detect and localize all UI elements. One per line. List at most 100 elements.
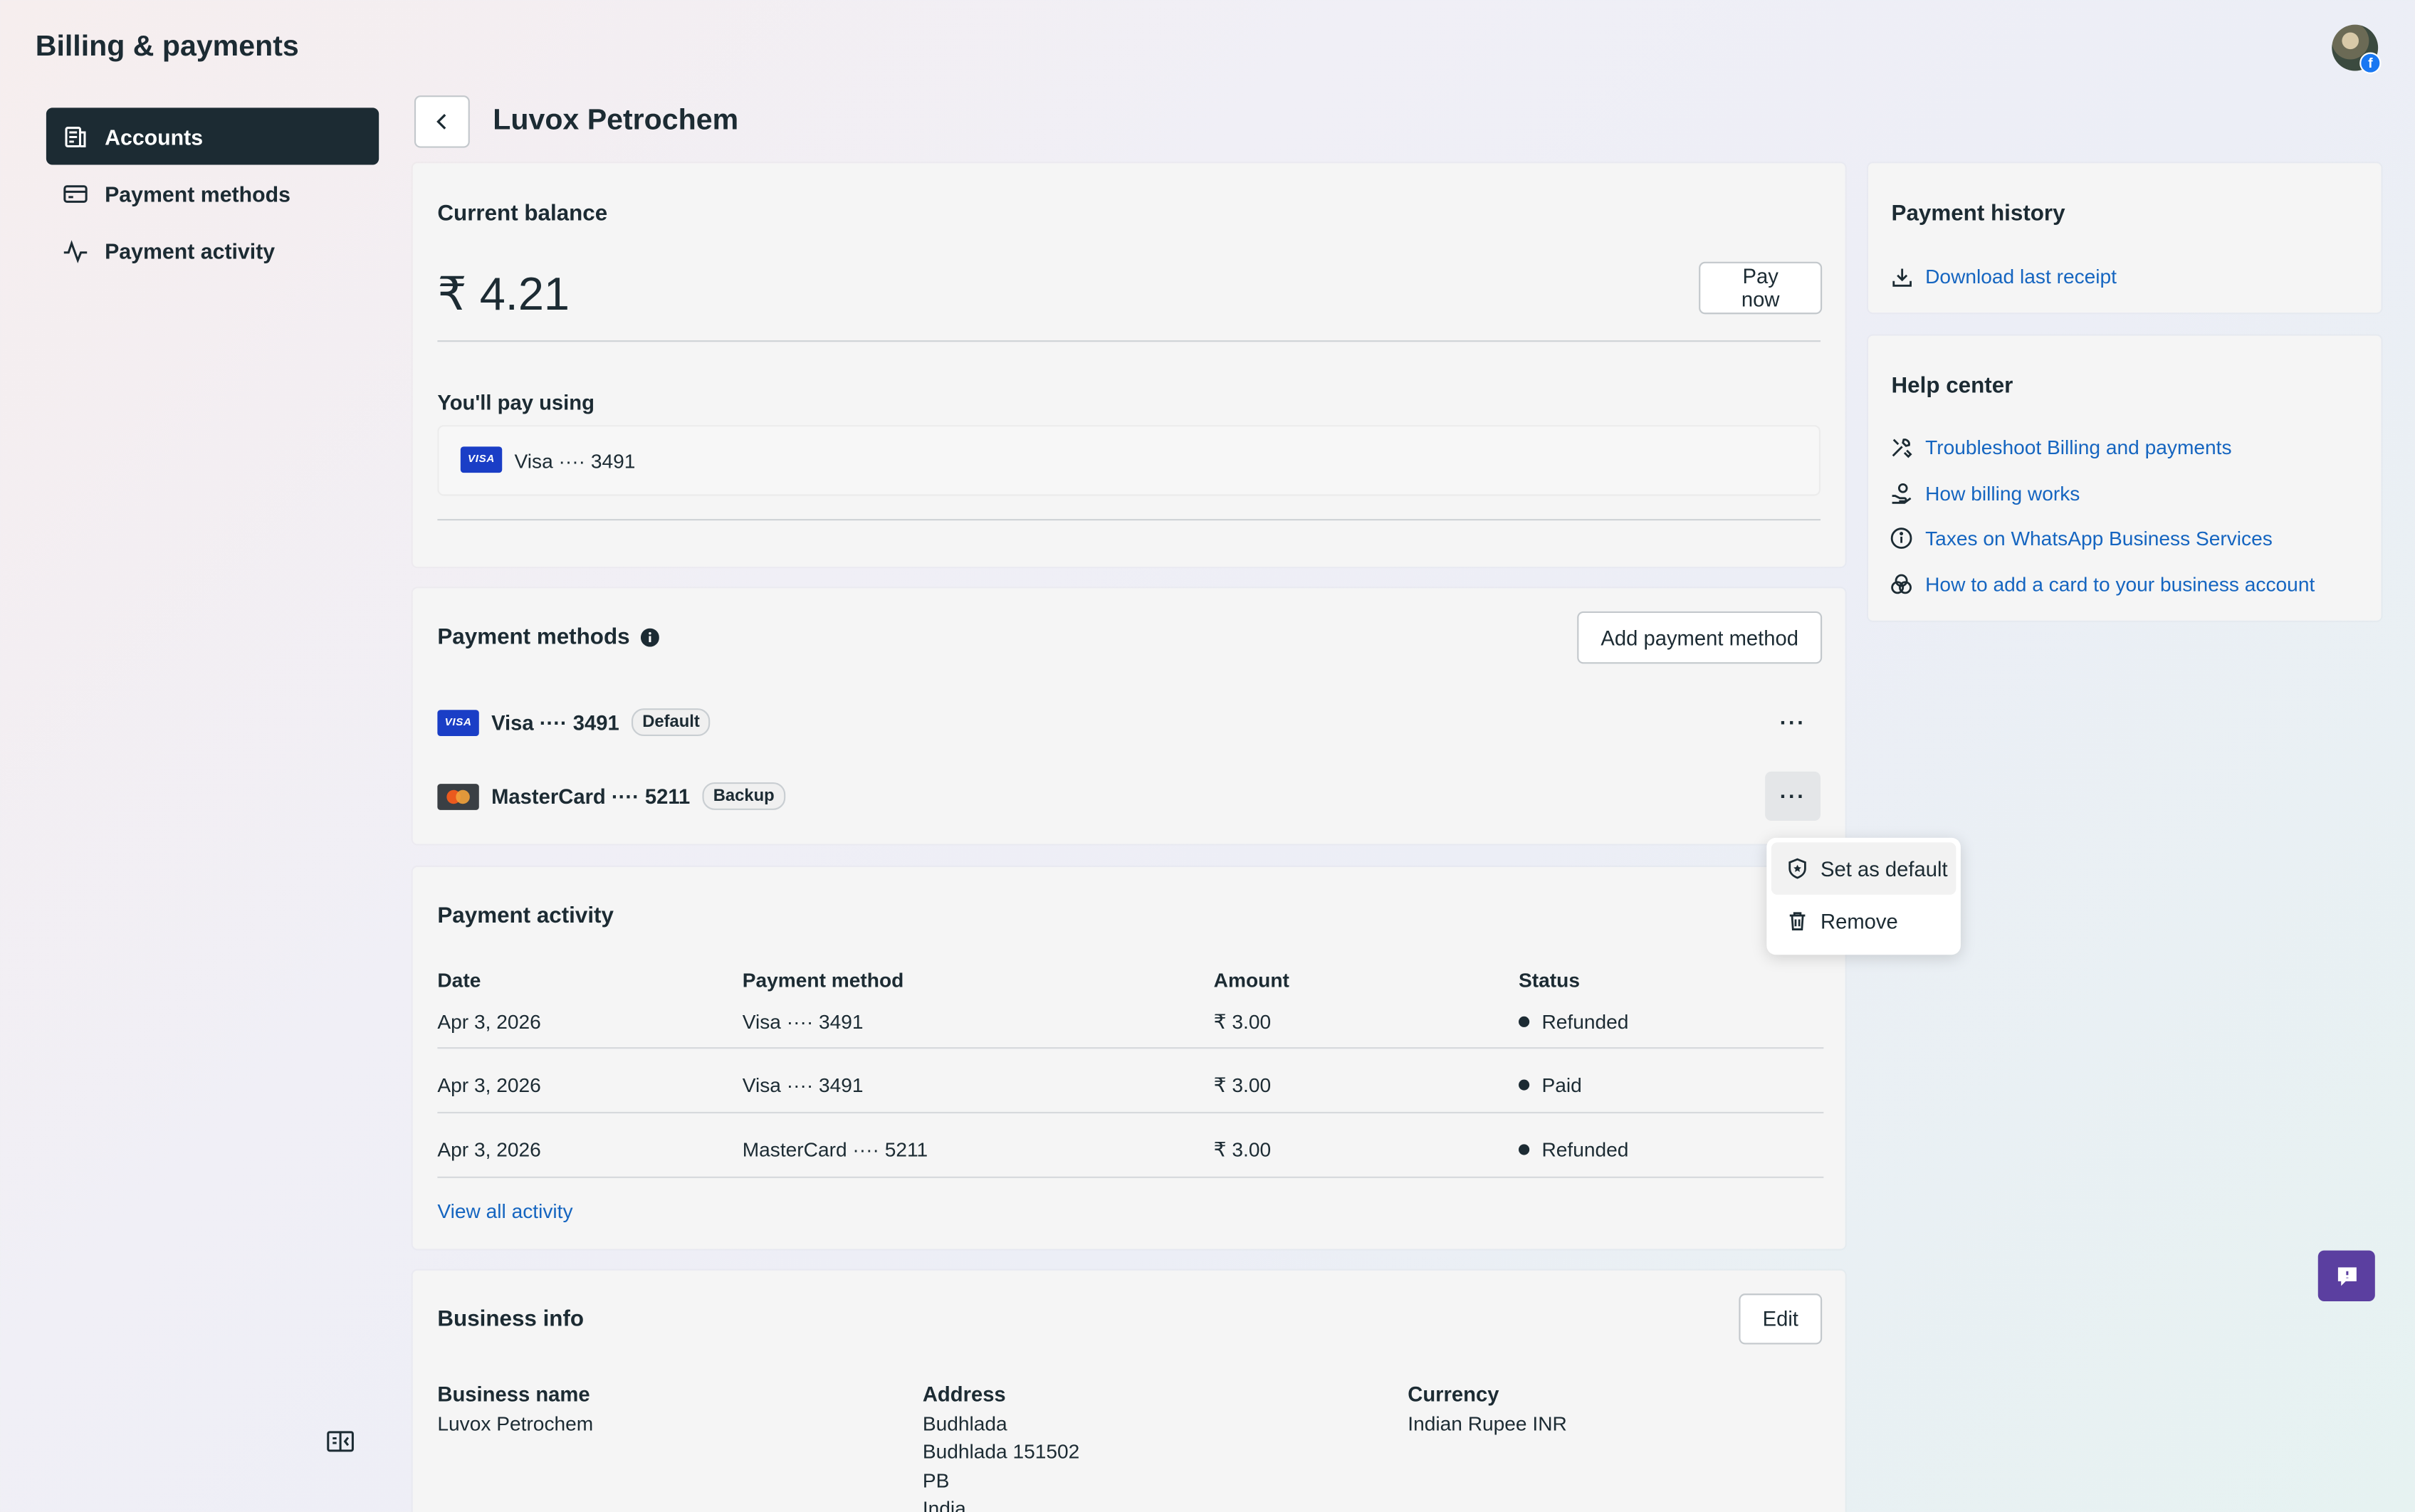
facebook-badge-icon: f — [2359, 52, 2382, 74]
tools-icon — [1892, 439, 1912, 458]
help-link-row: How billing works — [1890, 482, 2080, 505]
payment-methods-title: Payment methods — [437, 625, 630, 650]
business-name-value: Luvox Petrochem — [437, 1411, 594, 1435]
shield-star-icon — [1788, 858, 1806, 879]
business-name-label: Business name — [437, 1382, 590, 1407]
hand-coin-icon — [1892, 483, 1912, 504]
sidebar: Accounts Payment methods Payment activit… — [46, 107, 379, 278]
address-line: India — [922, 1496, 966, 1512]
help-link-how-billing-works[interactable]: How billing works — [1925, 482, 2080, 505]
help-link-troubleshoot[interactable]: Troubleshoot Billing and payments — [1925, 436, 2231, 458]
help-link-taxes[interactable]: Taxes on WhatsApp Business Services — [1925, 527, 2273, 550]
cell-method: Visa ···· 3491 — [742, 1073, 864, 1097]
cell-date: Apr 3, 2026 — [437, 1138, 541, 1162]
sidebar-item-accounts[interactable]: Accounts — [46, 107, 379, 165]
mastercard-more-button[interactable]: ··· — [1765, 771, 1821, 821]
help-link-row: Taxes on WhatsApp Business Services — [1890, 527, 2273, 550]
sidebar-item-label: Payment activity — [105, 238, 276, 263]
currency-column: Currency Indian Rupee INR — [1408, 1381, 1567, 1438]
payment-activity-title: Payment activity — [437, 903, 614, 929]
cell-amount: ₹ 3.00 — [1213, 1010, 1272, 1034]
business-name-column: Business name Luvox Petrochem — [437, 1381, 593, 1438]
divider — [437, 519, 1821, 521]
info-icon — [1890, 527, 1912, 549]
visa-logo-icon: VISA — [437, 709, 479, 735]
divider — [437, 340, 1821, 342]
cell-status: Refunded — [1519, 1010, 1629, 1034]
menu-item-label: Remove — [1821, 909, 1898, 933]
status-dot-icon — [1519, 1016, 1530, 1027]
payment-history-card: Payment history Download last receipt — [1868, 163, 2382, 313]
payment-method-menu: Set as default Remove — [1766, 837, 1961, 955]
payment-history-title: Payment history — [1891, 201, 2065, 227]
table-row: Apr 3, 2026 MasterCard ···· 5211 ₹ 3.00 … — [437, 1113, 1824, 1178]
view-all-activity-link[interactable]: View all activity — [437, 1199, 572, 1222]
download-receipt-row: Download last receipt — [1892, 265, 2117, 288]
help-link-row: How to add a card to your business accou… — [1890, 573, 2315, 596]
activity-icon — [63, 239, 88, 263]
cell-status: Paid — [1519, 1073, 1582, 1096]
add-payment-method-button[interactable]: Add payment method — [1577, 611, 1823, 664]
cell-date: Apr 3, 2026 — [437, 1010, 541, 1034]
address-line: Budhlada — [922, 1411, 1007, 1435]
balance-amount: ₹ 4.21 — [437, 269, 570, 320]
billing-page: Billing & payments f Accounts Payment me… — [0, 0, 2415, 1512]
menu-item-remove[interactable]: Remove — [1771, 895, 1956, 947]
payment-method-name: Visa ···· 3491 — [491, 710, 619, 734]
help-center-title: Help center — [1891, 374, 2013, 399]
chat-button[interactable] — [2317, 1250, 2375, 1301]
cell-amount: ₹ 3.00 — [1213, 1138, 1272, 1162]
status-text: Refunded — [1541, 1010, 1629, 1034]
download-icon — [1892, 268, 1912, 286]
page-title: Luvox Petrochem — [493, 105, 739, 137]
pay-now-button[interactable]: Pay now — [1699, 261, 1823, 315]
status-dot-icon — [1519, 1144, 1530, 1155]
edit-business-button[interactable]: Edit — [1739, 1293, 1823, 1345]
pay-using-label: You'll pay using — [437, 391, 594, 414]
sidebar-item-label: Payment methods — [105, 181, 290, 206]
pay-using-method: Visa ···· 3491 — [514, 449, 636, 473]
cell-method: Visa ···· 3491 — [742, 1010, 864, 1034]
card-icon — [63, 184, 88, 202]
download-last-receipt-link[interactable]: Download last receipt — [1925, 265, 2117, 288]
sidebar-item-label: Accounts — [105, 124, 204, 149]
trash-icon — [1789, 912, 1806, 930]
pay-using-box: VISA Visa ···· 3491 — [437, 425, 1821, 496]
cell-method: MasterCard ···· 5211 — [742, 1138, 928, 1162]
sidebar-item-payment-methods[interactable]: Payment methods — [46, 164, 379, 221]
info-icon[interactable] — [640, 628, 659, 647]
business-info-title: Business info — [437, 1307, 585, 1333]
balance-card: Current balance ₹ 4.21 Pay now You'll pa… — [412, 163, 1845, 567]
cell-date: Apr 3, 2026 — [437, 1073, 541, 1097]
business-info-card: Business info Edit Business name Luvox P… — [412, 1270, 1845, 1512]
status-text: Paid — [1541, 1073, 1582, 1097]
default-badge: Default — [632, 708, 711, 737]
help-link-row: Troubleshoot Billing and payments — [1890, 436, 2232, 459]
collapse-sidebar-icon[interactable] — [327, 1429, 355, 1454]
address-column: Address Budhlada Budhlada 151502 PB Indi… — [923, 1381, 1080, 1512]
visa-logo-icon: VISA — [460, 446, 503, 473]
payment-method-row-mastercard: MasterCard ···· 5211 Backup — [437, 782, 785, 810]
payment-methods-header: Payment methods — [437, 625, 659, 650]
chat-icon — [2337, 1266, 2356, 1286]
status-dot-icon — [1519, 1079, 1530, 1091]
address-line: PB — [922, 1468, 950, 1492]
sidebar-item-payment-activity[interactable]: Payment activity — [46, 222, 379, 279]
circles-icon — [1891, 574, 1912, 594]
help-link-add-card[interactable]: How to add a card to your business accou… — [1925, 573, 2315, 596]
menu-item-label: Set as default — [1821, 856, 1948, 881]
app-title: Billing & payments — [35, 31, 299, 63]
back-button[interactable] — [414, 95, 470, 148]
payment-activity-card: Payment activity Date Payment method Amo… — [412, 866, 1845, 1249]
visa-more-button[interactable]: ··· — [1765, 698, 1821, 747]
cell-status: Refunded — [1519, 1138, 1628, 1161]
menu-item-set-default[interactable]: Set as default — [1771, 842, 1956, 895]
chevron-left-icon — [436, 114, 446, 130]
avatar[interactable]: f — [2332, 24, 2382, 74]
backup-badge: Backup — [702, 782, 785, 810]
table-row: Apr 3, 2026 Visa ···· 3491 ₹ 3.00 Refund… — [437, 987, 1824, 1049]
currency-label: Currency — [1408, 1382, 1499, 1407]
status-text: Refunded — [1541, 1138, 1629, 1162]
payment-method-name: MasterCard ···· 5211 — [491, 784, 691, 808]
currency-value: Indian Rupee INR — [1408, 1411, 1567, 1435]
